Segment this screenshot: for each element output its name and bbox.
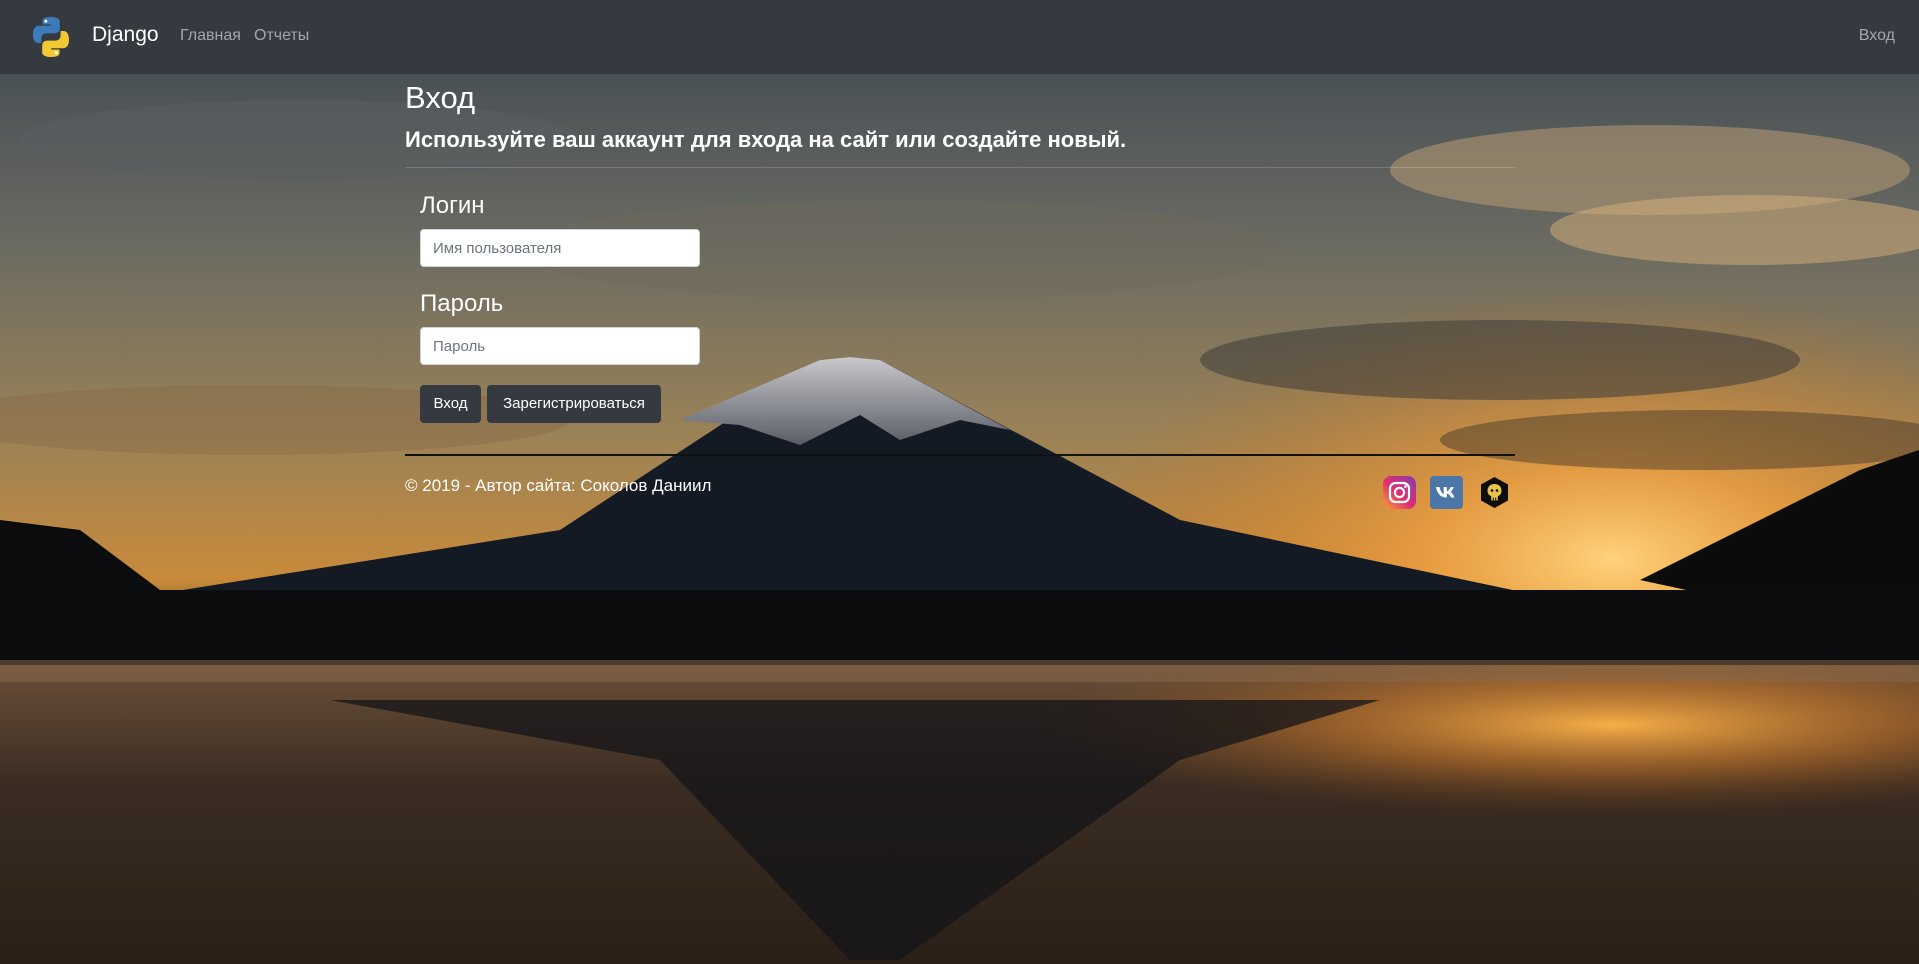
footer-divider bbox=[405, 454, 1515, 456]
github-icon[interactable] bbox=[1478, 476, 1511, 509]
footer-copyright: © 2019 - Автор сайта: Соколов Даниил bbox=[405, 476, 712, 495]
register-button[interactable]: Зарегистрироваться bbox=[487, 385, 661, 423]
page-subtitle: Используйте ваш аккаунт для входа на сай… bbox=[405, 127, 1127, 152]
brand-link[interactable]: Django bbox=[92, 22, 159, 48]
divider bbox=[405, 167, 1515, 168]
navbar: Django Главная Отчеты Вход bbox=[0, 0, 1919, 74]
password-input[interactable] bbox=[420, 327, 700, 365]
nav-link-reports[interactable]: Отчеты bbox=[254, 26, 309, 46]
vk-icon[interactable] bbox=[1430, 476, 1463, 509]
password-label: Пароль bbox=[420, 290, 504, 317]
username-input[interactable] bbox=[420, 229, 700, 267]
nav-link-login[interactable]: Вход bbox=[1859, 26, 1895, 46]
instagram-icon[interactable] bbox=[1383, 476, 1416, 509]
page-title: Вход bbox=[405, 80, 476, 115]
python-logo-icon[interactable] bbox=[29, 15, 73, 59]
login-label: Логин bbox=[420, 192, 485, 219]
login-button[interactable]: Вход bbox=[420, 385, 481, 423]
nav-link-home[interactable]: Главная bbox=[180, 26, 241, 46]
